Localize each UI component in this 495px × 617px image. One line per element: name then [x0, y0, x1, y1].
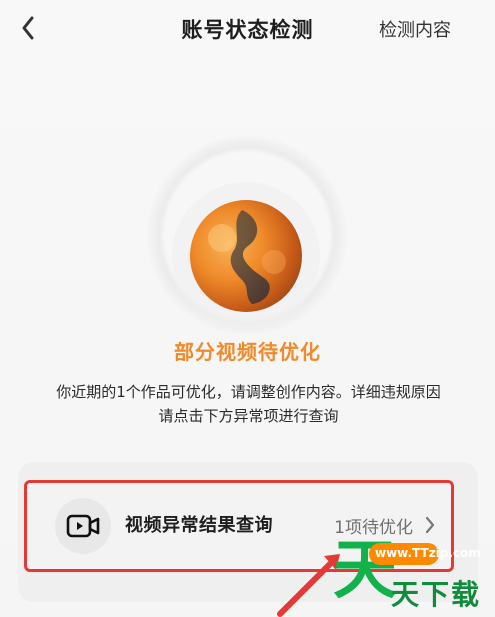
watermark-url: www.TTzip.com — [375, 546, 481, 560]
orb-swirl-graphic — [208, 210, 286, 304]
status-description-line-2: 请点击下方异常项进行查询 — [158, 407, 339, 425]
status-description-line-1: 你近期的1个作品可优化，请调整创作内容。详细违规原因 — [56, 383, 441, 401]
status-orb — [190, 200, 302, 312]
status-title: 部分视频待优化 — [174, 340, 321, 364]
detection-content-link[interactable]: 检测内容 — [379, 16, 451, 42]
site-watermark: 天 www.TTzip.com 天下载 — [325, 517, 495, 617]
page: 账号状态检测 检测内容 部分视频待优化 你近期的1个作品可优化，请调整创作内容。… — [0, 0, 495, 617]
row-icon-container — [55, 498, 111, 554]
video-play-icon — [66, 514, 100, 538]
status-description: 你近期的1个作品可优化，请调整创作内容。详细违规原因 请点击下方异常项进行查询 — [26, 380, 471, 428]
status-hero — [0, 60, 495, 360]
watermark-text: 天下载 — [391, 578, 482, 611]
header: 账号状态检测 检测内容 — [0, 0, 495, 60]
row-label: 视频异常结果查询 — [125, 515, 273, 536]
